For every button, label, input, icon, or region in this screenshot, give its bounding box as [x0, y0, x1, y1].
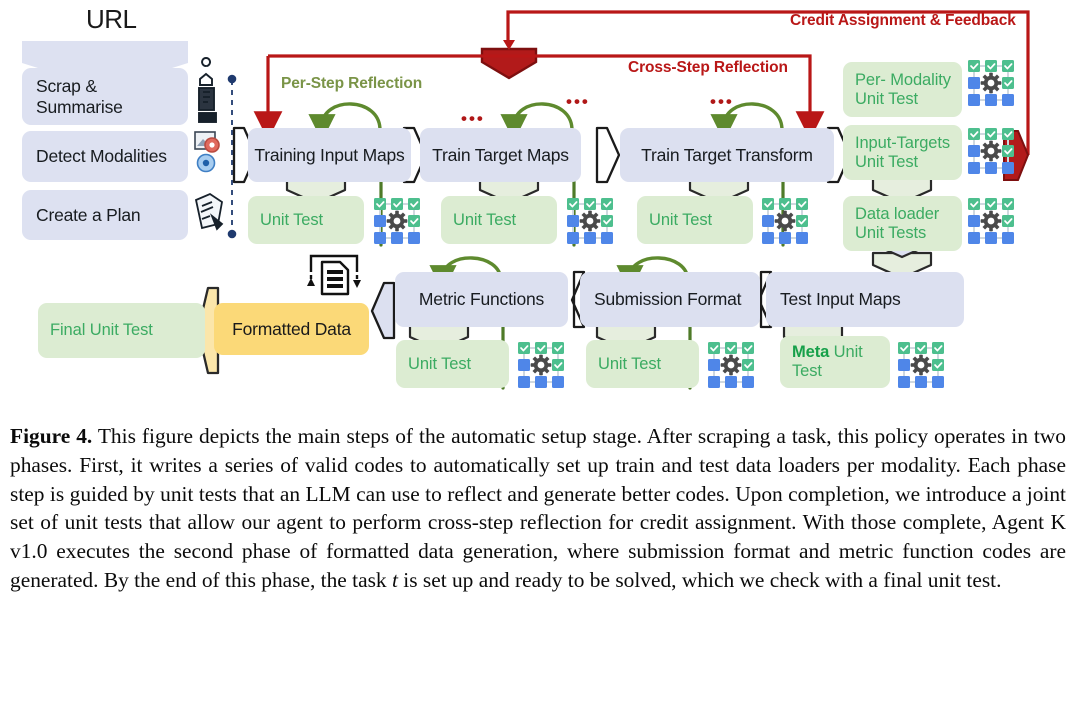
step-training-input-maps[interactable]: Training Input Maps: [248, 128, 411, 182]
unit-test-grid-gear-icon: [966, 58, 1018, 110]
unit-test-label-line1: Input-Targets: [855, 133, 951, 152]
formatted-data-chevron-left: [370, 281, 396, 340]
step-label: Train Target Transform: [641, 144, 813, 165]
formatted-data-file-icon: [307, 254, 361, 296]
unit-test-grid-gear-icon: [565, 196, 617, 248]
unit-test-label: Unit Test: [453, 210, 516, 229]
unit-test-training-input-maps[interactable]: Unit Test: [248, 196, 364, 244]
step-label: Submission Format: [594, 289, 742, 309]
step-test-input-maps[interactable]: Test Input Maps: [766, 272, 964, 327]
unit-test-grid-gear-icon: [966, 126, 1018, 178]
sidebar-item-label: Detect Modalities: [36, 146, 167, 166]
final-unit-test-box[interactable]: Final Unit Test: [38, 303, 205, 358]
feedback-arrowhead: [503, 40, 515, 50]
caption-text-part1: This figure depicts the main steps of th…: [10, 424, 1067, 592]
diagram-figure: URL Scrap & Summarise Detect Modalities …: [0, 0, 1080, 400]
unit-test-label: Unit Test: [598, 354, 661, 373]
caption-figure-number: Figure 4.: [10, 424, 93, 448]
unit-test-label: Unit Test: [649, 210, 712, 229]
unit-test-train-target-maps[interactable]: Unit Test: [441, 196, 557, 244]
step-train-target-maps[interactable]: Train Target Maps: [420, 128, 581, 182]
formatted-data-label: Formatted Data: [232, 318, 351, 339]
unit-test-grid-gear-icon: [760, 196, 812, 248]
unit-test-meta[interactable]: Meta Unit Test: [780, 336, 890, 388]
unit-test-train-target-transform[interactable]: Unit Test: [637, 196, 753, 244]
per-step-reflection-label: Per-Step Reflection: [281, 75, 423, 92]
feedback-merge-arrow-icon: [480, 47, 538, 80]
figure-page: URL Scrap & Summarise Detect Modalities …: [0, 0, 1080, 702]
figure-caption: Figure 4. This figure depicts the main s…: [0, 404, 1080, 702]
unit-test-label-line2: Unit Tests: [855, 223, 927, 242]
unit-test-grid-gear-icon: [706, 340, 758, 392]
step-train-target-transform[interactable]: Train Target Transform: [620, 128, 834, 182]
step-metric-functions[interactable]: Metric Functions: [395, 272, 568, 327]
caption-text-part2: is set up and ready to be solved, which …: [397, 567, 1002, 592]
ellipsis-top-2: •••: [566, 92, 590, 111]
unit-test-submission-format[interactable]: Unit Test: [586, 340, 699, 388]
sidebar-item-scrap-summarise[interactable]: Scrap & Summarise: [22, 68, 188, 125]
unit-test-label-bold: Meta: [792, 343, 830, 362]
unit-test-label: Unit Test: [408, 354, 471, 373]
ellipsis-top-1: •••: [461, 109, 485, 128]
unit-test-label-line2: Unit Test: [855, 152, 918, 171]
credit-assignment-label: Credit Assignment & Feedback: [790, 12, 1016, 29]
unit-test-label-line2: Unit Test: [855, 89, 918, 108]
step-submission-format[interactable]: Submission Format: [580, 272, 760, 327]
sidebar-item-label: Create a Plan: [36, 204, 141, 225]
unit-test-grid-gear-icon: [966, 196, 1018, 248]
unit-test-grid-gear-icon: [896, 340, 948, 392]
unit-test-input-targets[interactable]: Input-Targets Unit Test: [843, 125, 962, 180]
step-label: Training Input Maps: [254, 144, 405, 165]
sidebar-item-label: Scrap & Summarise: [36, 75, 123, 117]
unit-test-grid-gear-icon: [372, 196, 424, 248]
cross-step-reflection-label: Cross-Step Reflection: [628, 59, 788, 76]
ellipsis-top-3: •••: [710, 92, 734, 111]
unit-test-grid-gear-icon: [516, 340, 568, 392]
step-label: Test Input Maps: [780, 289, 901, 309]
step-label: Metric Functions: [418, 289, 545, 309]
step-label: Train Target Maps: [432, 144, 569, 165]
modality-detect-icon: [194, 131, 220, 173]
final-unit-test-label: Final Unit Test: [50, 321, 153, 340]
unit-test-label-line1: Data loader: [855, 204, 940, 223]
unit-test-metric-functions[interactable]: Unit Test: [396, 340, 509, 388]
phase-divider-dashed-line: [227, 74, 237, 239]
sidebar-item-detect-modalities[interactable]: Detect Modalities: [22, 131, 188, 182]
sidebar-item-create-a-plan[interactable]: Create a Plan: [22, 190, 188, 240]
plan-document-icon: [194, 192, 224, 231]
scrape-robot-icon: [198, 57, 217, 123]
unit-test-label: Unit Test: [260, 210, 323, 229]
unit-test-label-line1: Per- Modality: [855, 70, 951, 89]
unit-test-data-loader[interactable]: Data loader Unit Tests: [843, 196, 962, 251]
url-label: URL: [86, 4, 137, 34]
formatted-data-box[interactable]: Formatted Data: [214, 303, 369, 355]
unit-test-per-modality[interactable]: Per- Modality Unit Test: [843, 62, 962, 117]
